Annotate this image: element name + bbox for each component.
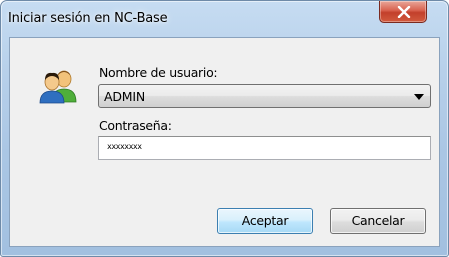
cancel-button[interactable]: Cancelar — [330, 208, 426, 234]
login-dialog: Iniciar sesión en NC-Base Nombre de usua… — [0, 0, 449, 257]
chevron-down-icon — [414, 94, 424, 100]
close-icon — [397, 6, 411, 18]
username-select[interactable]: ADMIN — [98, 84, 431, 108]
window-title: Iniciar sesión en NC-Base — [8, 11, 168, 26]
dialog-body: Nombre de usuario: ADMIN Contraseña: xxx… — [9, 37, 440, 247]
title-bar: Iniciar sesión en NC-Base — [1, 1, 448, 37]
password-label: Contraseña: — [99, 118, 172, 133]
close-button[interactable] — [379, 1, 427, 23]
username-value: ADMIN — [104, 89, 145, 104]
username-label: Nombre de usuario: — [99, 65, 218, 80]
password-value: xxxxxxxx — [107, 142, 142, 151]
users-icon — [39, 70, 77, 104]
password-field[interactable]: xxxxxxxx — [98, 136, 431, 160]
accept-button[interactable]: Aceptar — [217, 208, 313, 234]
